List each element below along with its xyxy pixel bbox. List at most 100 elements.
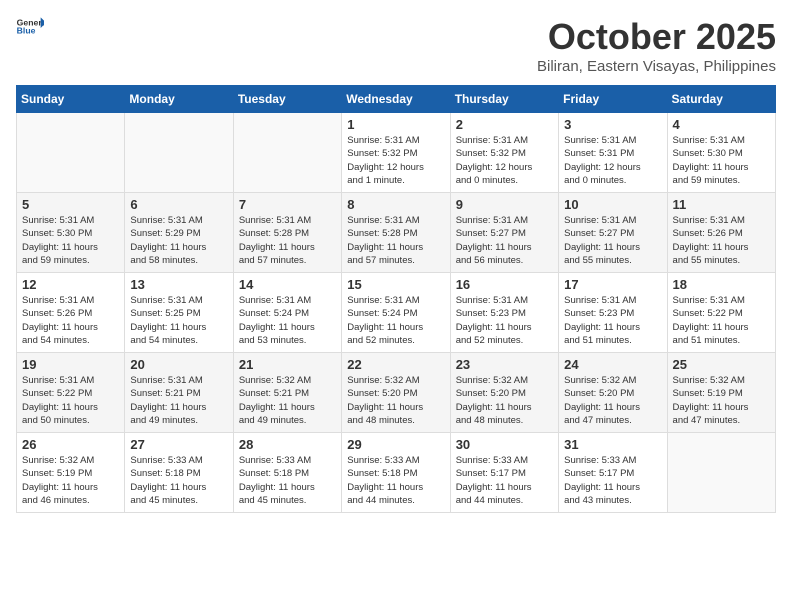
header-sunday: Sunday bbox=[17, 86, 125, 113]
day-number: 25 bbox=[673, 357, 770, 372]
day-info: Sunrise: 5:32 AM Sunset: 5:20 PM Dayligh… bbox=[456, 374, 553, 427]
day-info: Sunrise: 5:31 AM Sunset: 5:23 PM Dayligh… bbox=[564, 294, 661, 347]
day-number: 27 bbox=[130, 437, 227, 452]
header-monday: Monday bbox=[125, 86, 233, 113]
page-header: General Blue October 2025 Biliran, Easte… bbox=[16, 16, 776, 75]
calendar-cell: 20 Sunrise: 5:31 AM Sunset: 5:21 PM Dayli… bbox=[125, 353, 233, 433]
calendar-cell bbox=[125, 113, 233, 193]
day-number: 5 bbox=[22, 197, 119, 212]
calendar-cell: 23 Sunrise: 5:32 AM Sunset: 5:20 PM Dayli… bbox=[450, 353, 558, 433]
calendar-cell: 13 Sunrise: 5:31 AM Sunset: 5:25 PM Dayli… bbox=[125, 273, 233, 353]
calendar-cell: 28Sunrise: 5:33 AM Sunset: 5:18 PM Dayli… bbox=[233, 433, 341, 513]
day-number: 16 bbox=[456, 277, 553, 292]
day-info: Sunrise: 5:31 AM Sunset: 5:27 PM Dayligh… bbox=[564, 214, 661, 267]
header-thursday: Thursday bbox=[450, 86, 558, 113]
day-info: Sunrise: 5:31 AM Sunset: 5:26 PM Dayligh… bbox=[22, 294, 119, 347]
calendar-cell: 24 Sunrise: 5:32 AM Sunset: 5:20 PM Dayli… bbox=[559, 353, 667, 433]
calendar-cell: 17Sunrise: 5:31 AM Sunset: 5:23 PM Dayli… bbox=[559, 273, 667, 353]
calendar-cell: 30 Sunrise: 5:33 AM Sunset: 5:17 PM Dayli… bbox=[450, 433, 558, 513]
day-info: Sunrise: 5:31 AM Sunset: 5:23 PM Dayligh… bbox=[456, 294, 553, 347]
calendar-cell bbox=[233, 113, 341, 193]
calendar-cell: 8Sunrise: 5:31 AM Sunset: 5:28 PM Daylig… bbox=[342, 193, 450, 273]
day-number: 10 bbox=[564, 197, 661, 212]
calendar-cell: 16 Sunrise: 5:31 AM Sunset: 5:23 PM Dayli… bbox=[450, 273, 558, 353]
calendar-cell: 22 Sunrise: 5:32 AM Sunset: 5:20 PM Dayli… bbox=[342, 353, 450, 433]
day-number: 23 bbox=[456, 357, 553, 372]
day-info: Sunrise: 5:31 AM Sunset: 5:32 PM Dayligh… bbox=[456, 134, 553, 187]
day-info: Sunrise: 5:33 AM Sunset: 5:17 PM Dayligh… bbox=[456, 454, 553, 507]
day-number: 18 bbox=[673, 277, 770, 292]
day-info: Sunrise: 5:31 AM Sunset: 5:22 PM Dayligh… bbox=[22, 374, 119, 427]
header-wednesday: Wednesday bbox=[342, 86, 450, 113]
day-number: 30 bbox=[456, 437, 553, 452]
day-info: Sunrise: 5:31 AM Sunset: 5:26 PM Dayligh… bbox=[673, 214, 770, 267]
day-info: Sunrise: 5:33 AM Sunset: 5:18 PM Dayligh… bbox=[347, 454, 444, 507]
day-info: Sunrise: 5:32 AM Sunset: 5:19 PM Dayligh… bbox=[22, 454, 119, 507]
day-number: 3 bbox=[564, 117, 661, 132]
day-info: Sunrise: 5:32 AM Sunset: 5:20 PM Dayligh… bbox=[347, 374, 444, 427]
calendar-header-row: SundayMondayTuesdayWednesdayThursdayFrid… bbox=[17, 86, 776, 113]
day-number: 6 bbox=[130, 197, 227, 212]
calendar-cell: 25 Sunrise: 5:32 AM Sunset: 5:19 PM Dayli… bbox=[667, 353, 775, 433]
calendar-cell: 10 Sunrise: 5:31 AM Sunset: 5:27 PM Dayli… bbox=[559, 193, 667, 273]
day-info: Sunrise: 5:31 AM Sunset: 5:24 PM Dayligh… bbox=[347, 294, 444, 347]
day-info: Sunrise: 5:31 AM Sunset: 5:29 PM Dayligh… bbox=[130, 214, 227, 267]
calendar-cell: 3 Sunrise: 5:31 AM Sunset: 5:31 PM Daylig… bbox=[559, 113, 667, 193]
day-number: 8 bbox=[347, 197, 444, 212]
month-title: October 2025 bbox=[537, 16, 776, 58]
day-number: 12 bbox=[22, 277, 119, 292]
day-info: Sunrise: 5:33 AM Sunset: 5:18 PM Dayligh… bbox=[130, 454, 227, 507]
calendar-cell: 26 Sunrise: 5:32 AM Sunset: 5:19 PM Dayli… bbox=[17, 433, 125, 513]
day-number: 22 bbox=[347, 357, 444, 372]
calendar-cell: 6 Sunrise: 5:31 AM Sunset: 5:29 PM Daylig… bbox=[125, 193, 233, 273]
day-info: Sunrise: 5:31 AM Sunset: 5:30 PM Dayligh… bbox=[22, 214, 119, 267]
day-info: Sunrise: 5:31 AM Sunset: 5:28 PM Dayligh… bbox=[239, 214, 336, 267]
calendar-cell: 11 Sunrise: 5:31 AM Sunset: 5:26 PM Dayli… bbox=[667, 193, 775, 273]
calendar-cell: 27 Sunrise: 5:33 AM Sunset: 5:18 PM Dayli… bbox=[125, 433, 233, 513]
day-info: Sunrise: 5:33 AM Sunset: 5:17 PM Dayligh… bbox=[564, 454, 661, 507]
header-friday: Friday bbox=[559, 86, 667, 113]
day-number: 4 bbox=[673, 117, 770, 132]
day-info: Sunrise: 5:31 AM Sunset: 5:32 PM Dayligh… bbox=[347, 134, 444, 187]
logo-icon: General Blue bbox=[16, 16, 44, 36]
day-info: Sunrise: 5:31 AM Sunset: 5:21 PM Dayligh… bbox=[130, 374, 227, 427]
day-number: 19 bbox=[22, 357, 119, 372]
svg-text:Blue: Blue bbox=[17, 25, 36, 35]
day-info: Sunrise: 5:32 AM Sunset: 5:21 PM Dayligh… bbox=[239, 374, 336, 427]
day-number: 24 bbox=[564, 357, 661, 372]
calendar-cell: 5 Sunrise: 5:31 AM Sunset: 5:30 PM Daylig… bbox=[17, 193, 125, 273]
day-info: Sunrise: 5:31 AM Sunset: 5:24 PM Dayligh… bbox=[239, 294, 336, 347]
calendar-cell: 31 Sunrise: 5:33 AM Sunset: 5:17 PM Dayli… bbox=[559, 433, 667, 513]
day-number: 7 bbox=[239, 197, 336, 212]
day-number: 2 bbox=[456, 117, 553, 132]
calendar-cell: 1Sunrise: 5:31 AM Sunset: 5:32 PM Daylig… bbox=[342, 113, 450, 193]
week-row-4: 26 Sunrise: 5:32 AM Sunset: 5:19 PM Dayli… bbox=[17, 433, 776, 513]
day-number: 13 bbox=[130, 277, 227, 292]
calendar-cell: 4 Sunrise: 5:31 AM Sunset: 5:30 PM Daylig… bbox=[667, 113, 775, 193]
day-number: 14 bbox=[239, 277, 336, 292]
day-info: Sunrise: 5:31 AM Sunset: 5:25 PM Dayligh… bbox=[130, 294, 227, 347]
calendar-cell: 9Sunrise: 5:31 AM Sunset: 5:27 PM Daylig… bbox=[450, 193, 558, 273]
day-number: 26 bbox=[22, 437, 119, 452]
day-info: Sunrise: 5:31 AM Sunset: 5:31 PM Dayligh… bbox=[564, 134, 661, 187]
calendar-cell: 14 Sunrise: 5:31 AM Sunset: 5:24 PM Dayli… bbox=[233, 273, 341, 353]
day-info: Sunrise: 5:33 AM Sunset: 5:18 PM Dayligh… bbox=[239, 454, 336, 507]
day-number: 31 bbox=[564, 437, 661, 452]
day-info: Sunrise: 5:32 AM Sunset: 5:19 PM Dayligh… bbox=[673, 374, 770, 427]
calendar-cell: 29 Sunrise: 5:33 AM Sunset: 5:18 PM Dayli… bbox=[342, 433, 450, 513]
day-number: 29 bbox=[347, 437, 444, 452]
day-number: 11 bbox=[673, 197, 770, 212]
calendar-cell: 15Sunrise: 5:31 AM Sunset: 5:24 PM Dayli… bbox=[342, 273, 450, 353]
calendar-cell bbox=[667, 433, 775, 513]
day-info: Sunrise: 5:31 AM Sunset: 5:30 PM Dayligh… bbox=[673, 134, 770, 187]
calendar-cell: 2 Sunrise: 5:31 AM Sunset: 5:32 PM Daylig… bbox=[450, 113, 558, 193]
day-number: 20 bbox=[130, 357, 227, 372]
week-row-0: 1Sunrise: 5:31 AM Sunset: 5:32 PM Daylig… bbox=[17, 113, 776, 193]
day-info: Sunrise: 5:32 AM Sunset: 5:20 PM Dayligh… bbox=[564, 374, 661, 427]
title-area: October 2025 Biliran, Eastern Visayas, P… bbox=[537, 16, 776, 75]
calendar-cell: 21Sunrise: 5:32 AM Sunset: 5:21 PM Dayli… bbox=[233, 353, 341, 433]
week-row-2: 12 Sunrise: 5:31 AM Sunset: 5:26 PM Dayli… bbox=[17, 273, 776, 353]
day-number: 9 bbox=[456, 197, 553, 212]
day-info: Sunrise: 5:31 AM Sunset: 5:22 PM Dayligh… bbox=[673, 294, 770, 347]
calendar-cell bbox=[17, 113, 125, 193]
